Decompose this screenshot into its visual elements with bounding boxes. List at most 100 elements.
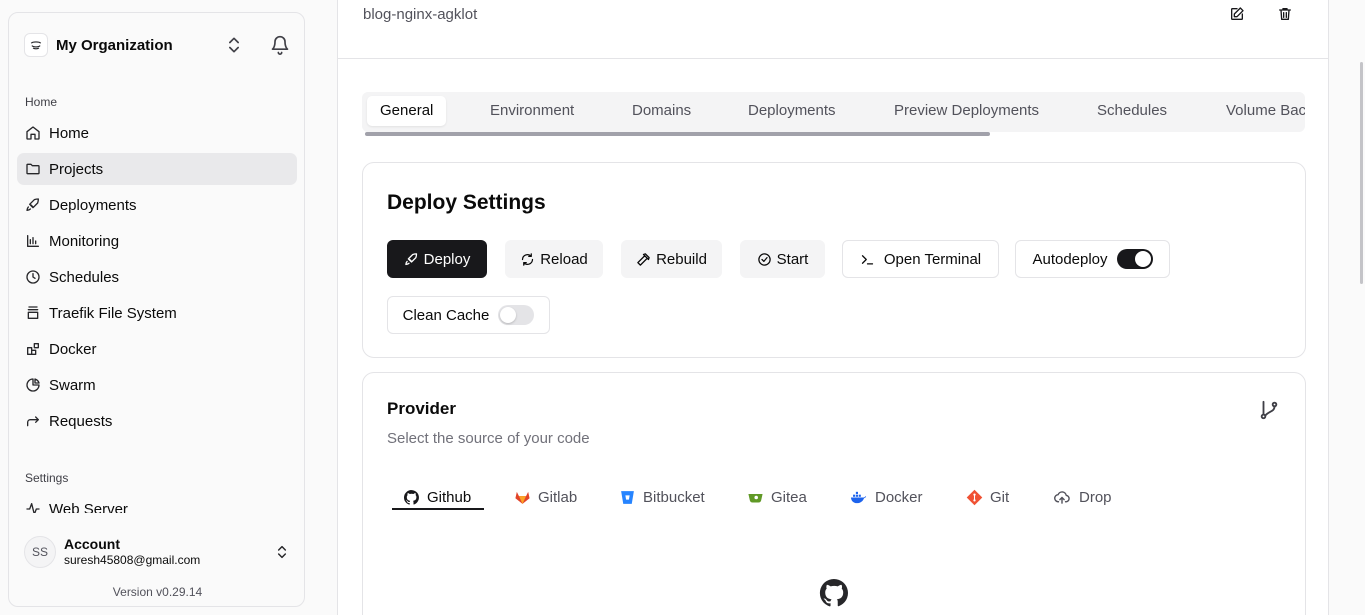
arrow-icon (27, 416, 39, 427)
edit-icon[interactable] (1229, 6, 1245, 22)
tab-general[interactable]: General (367, 96, 447, 126)
main-content: blog-nginx-agklot General Environment Do… (337, 0, 1329, 615)
provider-tab-label: Docker (875, 488, 923, 506)
check-circle-icon (757, 252, 771, 266)
sidebar-item-label: Traefik File System (49, 304, 177, 322)
clean-cache-toggle-group: Clean Cache (387, 296, 550, 334)
clock-icon (26, 270, 40, 284)
tab-volume-backups[interactable]: Volume Bac (1213, 96, 1305, 126)
sidebar-item-swarm[interactable]: Swarm (17, 369, 297, 401)
provider-title: Provider (387, 399, 456, 418)
sidebar-item-label: Monitoring (49, 232, 120, 250)
provider-tab-label: Gitea (771, 488, 807, 506)
blocks-icon (27, 343, 39, 355)
clean-cache-switch[interactable] (498, 305, 535, 325)
tab-environment[interactable]: Environment (477, 96, 587, 126)
sidebar-item-home[interactable]: Home (17, 117, 297, 149)
home-icon (26, 126, 40, 140)
terminal-icon (861, 254, 873, 264)
provider-subtitle: Select the source of your code (387, 430, 590, 447)
sidebar-item-schedules[interactable]: Schedules (17, 261, 297, 293)
sidebar-item-label: Swarm (49, 376, 96, 394)
provider-tab-label: Bitbucket (643, 488, 705, 506)
trash-icon[interactable] (1277, 6, 1293, 22)
autodeploy-toggle-group: Autodeploy (1015, 240, 1170, 278)
header-divider (338, 58, 1328, 59)
rocket-icon (404, 252, 417, 265)
avatar: SS (24, 536, 56, 568)
open-terminal-label: Open Terminal (883, 250, 982, 268)
deploy-settings-card: Deploy Settings Deploy Reload Rebuild St… (362, 162, 1306, 358)
page-scrollbar[interactable] (1360, 62, 1363, 284)
refresh-icon (522, 252, 534, 266)
rocket-icon (26, 198, 39, 211)
cloud-upload-icon (1052, 489, 1072, 506)
rebuild-button[interactable]: Rebuild (621, 240, 722, 278)
provider-tab-bitbucket[interactable]: Bitbucket (619, 483, 705, 511)
folder-icon (26, 163, 40, 175)
tab-domains[interactable]: Domains (619, 96, 704, 126)
account-menu[interactable]: SS Account suresh45808@gmail.com (24, 532, 289, 572)
deploy-button-label: Deploy (423, 250, 471, 268)
sidebar-item-docker[interactable]: Docker (17, 333, 297, 365)
provider-tab-gitea[interactable]: Gitea (747, 483, 807, 511)
open-terminal-button[interactable]: Open Terminal (842, 240, 999, 278)
provider-tab-git[interactable]: Git (966, 483, 1009, 511)
tab-list: General Environment Domains Deployments … (362, 92, 1305, 132)
sidebar-item-label: Deployments (49, 196, 137, 214)
provider-tab-github[interactable]: Github (403, 483, 471, 511)
sidebar-item-deployments[interactable]: Deployments (17, 189, 297, 221)
section-settings-label: Settings (25, 471, 69, 485)
sidebar-item-label: Web Server (49, 500, 128, 514)
git-branch-icon (1260, 400, 1278, 420)
active-tab-indicator (392, 508, 484, 510)
provider-tab-gitlab[interactable]: Gitlab (514, 483, 577, 511)
provider-tab-label: Gitlab (538, 488, 578, 506)
autodeploy-label: Autodeploy (1032, 250, 1108, 268)
provider-card: Provider Select the source of your code … (362, 372, 1306, 615)
app-root: My Organization Home Home Projects Deplo… (0, 0, 1365, 615)
tab-deployments[interactable]: Deployments (735, 96, 849, 126)
nav-scroll-area: Home Home Projects Deployments Monitorin… (9, 13, 304, 513)
bitbucket-icon (619, 489, 636, 506)
github-icon (403, 489, 420, 506)
chart-icon (27, 235, 39, 247)
tab-schedules[interactable]: Schedules (1084, 96, 1180, 126)
server-icon (27, 306, 39, 319)
activity-icon (26, 503, 40, 513)
sidebar: My Organization Home Home Projects Deplo… (8, 12, 305, 607)
tabs-scrollbar[interactable] (365, 132, 990, 136)
deploy-button[interactable]: Deploy (387, 240, 487, 278)
sidebar-item-requests[interactable]: Requests (17, 405, 297, 437)
reload-button[interactable]: Reload (505, 240, 603, 278)
start-button[interactable]: Start (740, 240, 825, 278)
section-home-label: Home (25, 95, 58, 109)
sidebar-item-web-server[interactable]: Web Server (17, 493, 297, 513)
hammer-icon (637, 252, 650, 266)
gitlab-icon (514, 489, 531, 506)
sidebar-item-projects[interactable]: Projects (17, 153, 297, 185)
pie-icon (26, 378, 40, 392)
gitea-icon (747, 489, 764, 506)
provider-tab-label: Git (990, 488, 1010, 506)
sidebar-item-label: Home (49, 124, 90, 142)
application-name: blog-nginx-agklot (363, 6, 478, 23)
clean-cache-label: Clean Cache (402, 306, 490, 324)
tab-preview-deployments[interactable]: Preview Deployments (881, 96, 1052, 126)
reload-button-label: Reload (540, 250, 588, 268)
sidebar-item-monitoring[interactable]: Monitoring (17, 225, 297, 257)
provider-tab-docker[interactable]: Docker (848, 483, 923, 511)
sidebar-item-label: Schedules (49, 268, 120, 286)
provider-tab-drop[interactable]: Drop (1052, 483, 1112, 511)
sidebar-item-label: Requests (49, 412, 113, 430)
sidebar-item-label: Projects (49, 160, 104, 178)
github-large-icon (819, 578, 849, 607)
autodeploy-switch[interactable] (1116, 249, 1153, 269)
docker-icon (848, 489, 868, 506)
sidebar-item-traefik[interactable]: Traefik File System (17, 297, 297, 329)
chevrons-up-down-icon[interactable] (274, 542, 290, 562)
rebuild-button-label: Rebuild (656, 250, 707, 268)
sidebar-item-label: Docker (49, 340, 97, 358)
version-label: Version v0.29.14 (112, 585, 203, 599)
provider-tab-label: Drop (1079, 488, 1112, 506)
